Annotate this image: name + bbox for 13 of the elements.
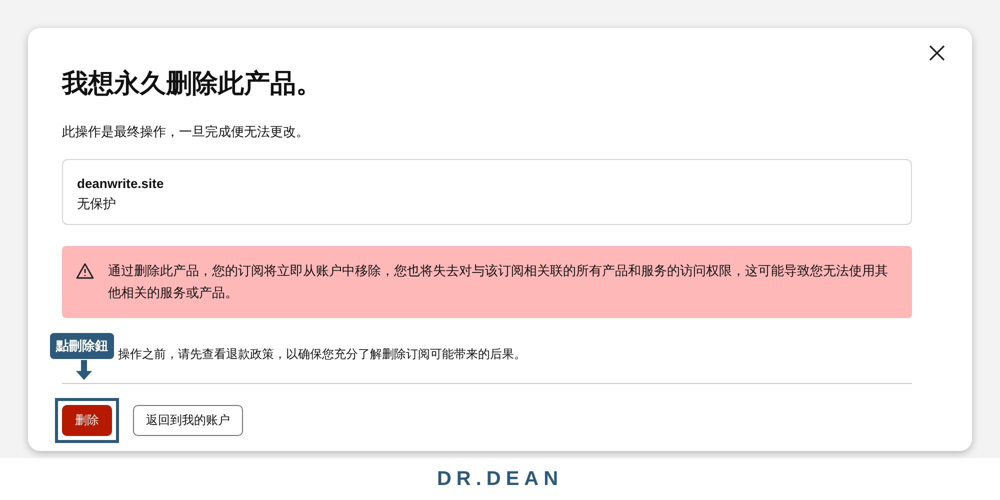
annotation-callout: 點刪除鈕 [50, 333, 114, 359]
refund-note: 操作之前，请先查看退款政策，以确保您充分了解删除订阅可能带来的后果。 [117, 346, 527, 363]
warning-text: 通过删除此产品，您的订阅将立即从账户中移除，您也将失去对与该订阅相关联的所有产品和服务的访问权限，这可能导致您无法使用其他相关的服务或产品。 [108, 262, 889, 302]
dialog-subtitle: 此操作是最终操作，一旦完成便无法更改。 [62, 123, 310, 141]
back-button[interactable]: 返回到我的账户 [133, 405, 243, 436]
domain-name: deanwrite.site [77, 176, 165, 191]
arrow-icon [76, 360, 92, 380]
warning-icon [76, 263, 94, 279]
protection-status: 无保护 [77, 195, 117, 213]
logo: DR.DEAN [436, 468, 564, 490]
delete-button[interactable]: 删除 [62, 405, 112, 436]
close-icon [929, 45, 945, 61]
dialog-title: 我想永久删除此产品。 [62, 67, 323, 100]
